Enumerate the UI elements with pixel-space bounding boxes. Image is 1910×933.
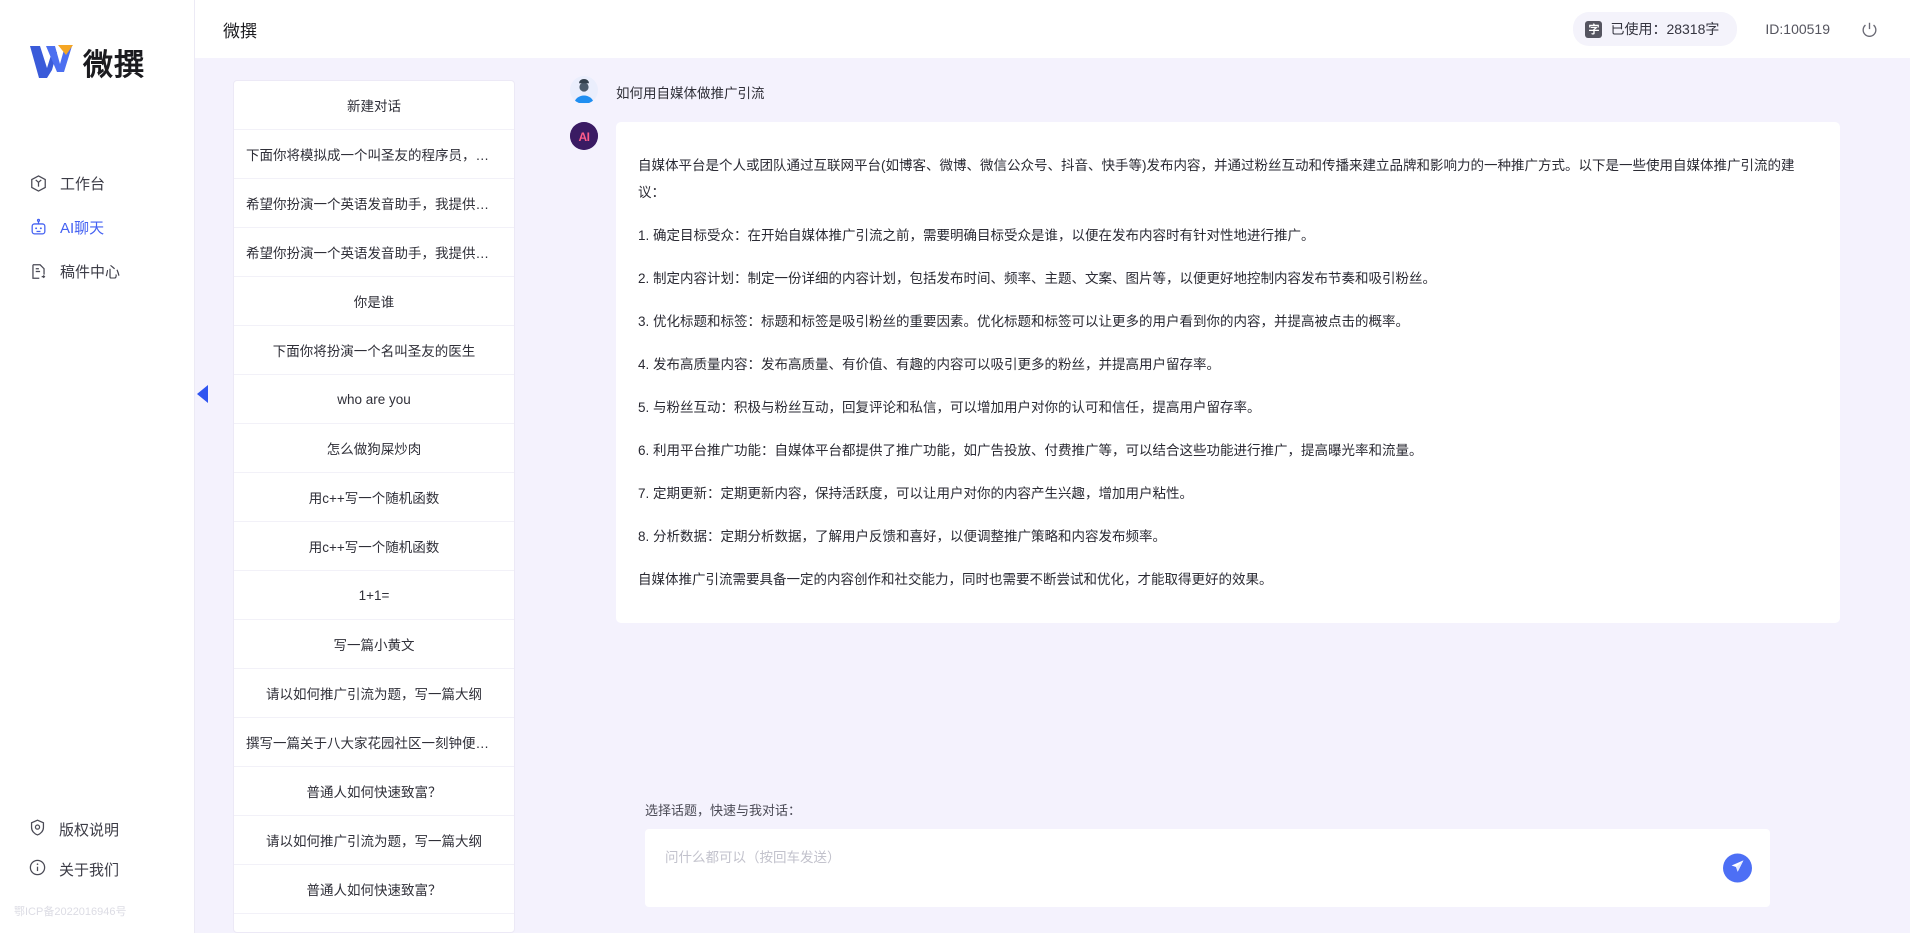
sidebar-item-label: AI聊天 — [60, 219, 105, 237]
assistant-message-text: 自媒体平台是个人或团队通过互联网平台(如博客、微博、微信公众号、抖音、快手等)发… — [616, 122, 1840, 623]
workbench-icon — [28, 173, 48, 193]
footer-item-about[interactable]: 关于我们 — [0, 849, 194, 889]
user-avatar-icon — [570, 76, 598, 104]
list-item[interactable]: 撰写一篇关于八大家花园社区一刻钟便民生... — [234, 718, 514, 767]
composer: 选择话题，快速与我对话： 问什么都可以（按回车发送） — [570, 800, 1840, 933]
sidebar-item-document-center[interactable]: 稿件中心 — [0, 250, 194, 292]
list-item[interactable]: 用c++写一个随机函数 — [234, 473, 514, 522]
send-icon — [1730, 858, 1745, 878]
app-root: 微撰 工作台 AI聊天 稿件中心 版权说明 关于我们 鄂ICP备20220169… — [0, 0, 1910, 933]
list-item[interactable]: 下面你将模拟成一个叫圣友的程序员，我说... — [234, 130, 514, 179]
new-conversation-label: 新建对话 — [347, 99, 401, 114]
chat-messages: 如何用自媒体做推广引流 AI 自媒体平台是个人或团队通过互联网平台(如博客、微博… — [570, 76, 1840, 800]
footer-item-label: 版权说明 — [59, 821, 120, 839]
user-message-text: 如何用自媒体做推广引流 — [616, 86, 765, 101]
usage-label: 已使用：28318字 — [1610, 21, 1720, 37]
brand-logo[interactable]: 微撰 — [0, 0, 194, 84]
list-item[interactable]: 普通人如何快速致富？ — [234, 865, 514, 914]
list-item[interactable]: 希望你扮演一个英语发音助手，我提供给你... — [234, 179, 514, 228]
user-id: ID:100519 — [1765, 21, 1830, 37]
sidebar-item-workbench[interactable]: 工作台 — [0, 162, 194, 204]
w-logo-icon — [28, 42, 74, 82]
shield-icon — [28, 818, 47, 841]
list-item[interactable]: 用c++写一个随机函数 — [234, 522, 514, 571]
list-item[interactable]: 希望你扮演一个英语发音助手，我提供给你... — [234, 228, 514, 277]
assistant-paragraph: 5. 与粉丝互动：积极与粉丝互动，回复评论和私信，可以增加用户对你的认可和信任，… — [638, 400, 1261, 415]
chevron-left-icon[interactable] — [195, 383, 209, 405]
chat-column: 如何用自媒体做推广引流 AI 自媒体平台是个人或团队通过互联网平台(如博客、微博… — [495, 58, 1910, 933]
list-item[interactable]: 你是谁 — [234, 277, 514, 326]
list-item[interactable]: 1+1= — [234, 571, 514, 620]
list-item[interactable]: 下面你将扮演一个名叫圣友的医生 — [234, 326, 514, 375]
usage-badge-icon: 字 — [1585, 20, 1603, 38]
user-message: 如何用自媒体做推广引流 — [570, 76, 1840, 104]
sidebar: 微撰 工作台 AI聊天 稿件中心 版权说明 关于我们 鄂ICP备20220169… — [0, 0, 195, 933]
sidebar-item-label: 稿件中心 — [60, 263, 121, 281]
message-input-placeholder: 问什么都可以（按回车发送） — [665, 850, 841, 865]
info-icon — [28, 858, 47, 881]
message-input[interactable]: 问什么都可以（按回车发送） — [645, 829, 1770, 907]
robot-icon — [28, 217, 48, 237]
assistant-paragraph: 3. 优化标题和标签：标题和标签是吸引粉丝的重要因素。优化标题和标签可以让更多的… — [638, 314, 1410, 329]
assistant-paragraph: 自媒体平台是个人或团队通过互联网平台(如博客、微博、微信公众号、抖音、快手等)发… — [638, 158, 1795, 200]
topbar: 微撰 字 已使用：28318字 ID:100519 — [195, 0, 1910, 58]
assistant-paragraph: 4. 发布高质量内容：发布高质量、有价值、有趣的内容可以吸引更多的粉丝，并提高用… — [638, 357, 1221, 372]
assistant-paragraph: 2. 制定内容计划：制定一份详细的内容计划，包括发布时间、频率、主题、文案、图片… — [638, 271, 1437, 286]
assistant-paragraph: 6. 利用平台推广功能：自媒体平台都提供了推广功能，如广告投放、付费推广等，可以… — [638, 443, 1423, 458]
assistant-paragraph: 7. 定期更新：定期更新内容，保持活跃度，可以让用户对你的内容产生兴趣，增加用户… — [638, 486, 1194, 501]
sidebar-item-label: 工作台 — [60, 175, 106, 193]
conversation-panel: 新建对话 下面你将模拟成一个叫圣友的程序员，我说... 希望你扮演一个英语发音助… — [195, 58, 515, 933]
assistant-paragraph: 8. 分析数据：定期分析数据，了解用户反馈和喜好，以便调整推广策略和内容发布频率… — [638, 529, 1167, 544]
topbar-actions: 字 已使用：28318字 ID:100519 — [1573, 12, 1880, 46]
list-item[interactable]: who are you — [234, 375, 514, 424]
sidebar-footer: 版权说明 关于我们 鄂ICP备2022016946号 — [0, 809, 194, 933]
list-item[interactable]: 请以如何推广引流为题，写一篇大纲 — [234, 669, 514, 718]
brand-name: 微撰 — [83, 49, 145, 82]
topic-hint: 选择话题，快速与我对话： — [645, 803, 802, 818]
footer-item-label: 关于我们 — [59, 861, 120, 879]
list-item[interactable]: 普通人如何快速致富？ — [234, 767, 514, 816]
svg-text:AI: AI — [579, 130, 590, 144]
power-icon[interactable] — [1858, 18, 1880, 40]
list-item[interactable]: 怎么做狗屎炒肉 — [234, 424, 514, 473]
ai-avatar-icon: AI — [570, 122, 598, 150]
document-icon — [28, 261, 48, 281]
sidebar-item-ai-chat[interactable]: AI聊天 — [0, 206, 194, 248]
sidebar-nav: 工作台 AI聊天 稿件中心 — [0, 162, 194, 294]
icp-license-text: 鄂ICP备2022016946号 — [14, 906, 127, 918]
new-conversation-button[interactable]: 新建对话 — [234, 81, 514, 130]
list-item[interactable]: 写一篇小黄文 — [234, 620, 514, 669]
usage-pill[interactable]: 字 已使用：28318字 — [1573, 12, 1738, 46]
workspace: 新建对话 下面你将模拟成一个叫圣友的程序员，我说... 希望你扮演一个英语发音助… — [195, 58, 1910, 933]
footer-item-copyright[interactable]: 版权说明 — [0, 809, 194, 849]
assistant-paragraph: 自媒体推广引流需要具备一定的内容创作和社交能力，同时也需要不断尝试和优化，才能取… — [638, 572, 1273, 587]
main-area: 微撰 字 已使用：28318字 ID:100519 新建对话 下面你将模拟成一个… — [195, 0, 1910, 933]
assistant-paragraph: 1. 确定目标受众：在开始自媒体推广引流之前，需要明确目标受众是谁，以便在发布内… — [638, 228, 1315, 243]
list-item[interactable]: 请以如何推广引流为题，写一篇大纲 — [234, 816, 514, 865]
assistant-message: AI 自媒体平台是个人或团队通过互联网平台(如博客、微博、微信公众号、抖音、快手… — [570, 122, 1840, 623]
send-button[interactable] — [1723, 853, 1752, 883]
page-title: 微撰 — [223, 21, 257, 41]
conversation-list: 新建对话 下面你将模拟成一个叫圣友的程序员，我说... 希望你扮演一个英语发音助… — [233, 80, 515, 933]
